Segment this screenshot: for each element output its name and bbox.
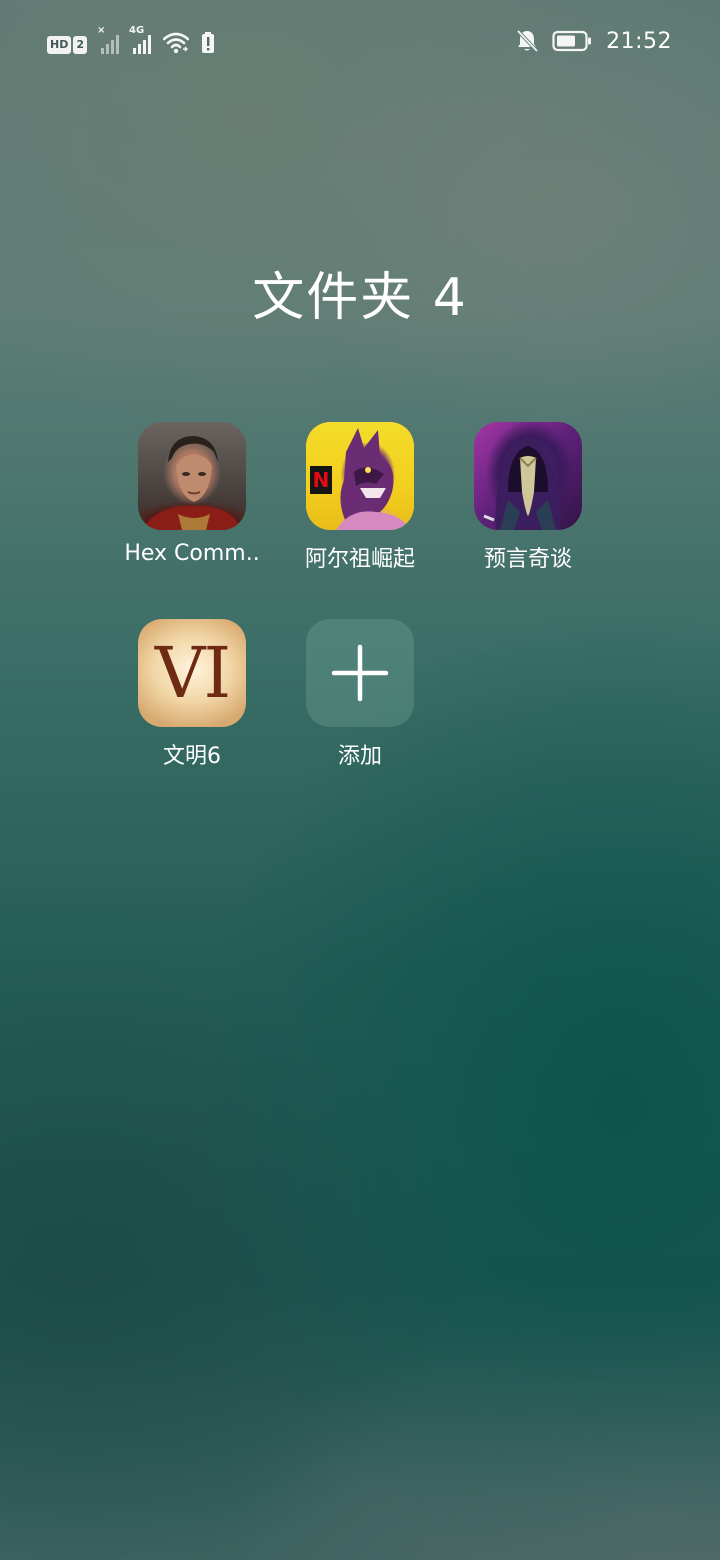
status-right-group: 21:52	[516, 26, 672, 56]
civilization-vi-numeral: VI	[154, 632, 231, 714]
prophecy-tales-app-icon[interactable]	[474, 422, 582, 530]
app-hex-commander[interactable]: Hex Comm..	[107, 422, 277, 566]
civilization-vi-label: 文明6	[163, 744, 221, 769]
netflix-icon: N	[310, 466, 332, 494]
status-left-group: HD 2 × 4G	[47, 26, 215, 54]
status-time: 21:52	[606, 28, 672, 54]
arzu-rising-app-icon[interactable]: N	[306, 422, 414, 530]
hd-icon: HD 2	[47, 36, 87, 54]
battery-alert-icon	[201, 32, 215, 54]
add-label: 添加	[337, 744, 382, 769]
signal-icon: ×	[97, 26, 119, 54]
app-arzu-rising[interactable]: N 阿尔祖崛起	[275, 422, 445, 573]
hex-commander-app-icon[interactable]	[138, 422, 246, 530]
arzu-rising-label: 阿尔祖崛起	[304, 547, 415, 572]
folder-title[interactable]: 文件夹 4	[0, 255, 720, 330]
app-add-button[interactable]: 添加	[275, 619, 445, 770]
network-type-label: 4G	[129, 25, 145, 36]
app-civilization-vi[interactable]: VI 文明6	[107, 619, 277, 770]
bell-muted-icon	[516, 29, 539, 53]
sim-number: 2	[73, 36, 87, 54]
hex-commander-label: Hex Comm..	[124, 541, 260, 566]
hd-label: HD	[47, 36, 72, 54]
prophecy-tales-label: 预言奇谈	[483, 547, 572, 572]
app-prophecy-tales[interactable]: 预言奇谈	[443, 422, 613, 573]
add-icon[interactable]	[306, 619, 414, 727]
civilization-vi-app-icon[interactable]: VI	[138, 619, 246, 727]
wifi-icon	[163, 32, 189, 54]
battery-icon	[552, 30, 592, 52]
status-bar: HD 2 × 4G 21:52	[0, 0, 720, 82]
signal-4g-icon: 4G	[129, 26, 151, 54]
